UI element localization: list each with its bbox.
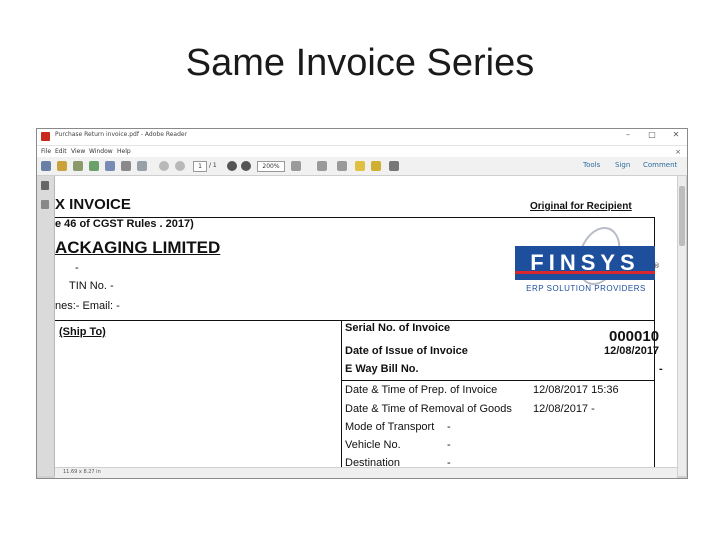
finsys-logo-stripe — [515, 271, 655, 274]
previous-page-icon[interactable] — [159, 161, 169, 171]
menu-help[interactable]: Help — [117, 148, 131, 155]
pages-panel-icon[interactable] — [41, 181, 49, 190]
section-rule — [55, 320, 655, 321]
highlight-icon[interactable] — [371, 161, 381, 171]
tin-line: TIN No. - — [69, 280, 114, 292]
vehicle-number-value: - — [447, 439, 451, 451]
removal-time-label: Date & Time of Removal of Goods — [345, 403, 512, 415]
eway-bill-value: - — [659, 363, 663, 375]
restore-button[interactable]: □ — [645, 130, 659, 139]
next-page-icon[interactable] — [175, 161, 185, 171]
transport-mode-value: - — [447, 421, 451, 433]
zoom-out-icon[interactable] — [227, 161, 237, 171]
invoice-heading: X INVOICE — [55, 196, 131, 213]
details-rule — [341, 380, 655, 381]
save-icon[interactable] — [105, 161, 115, 171]
finsys-logo: FINSYS — [515, 246, 655, 280]
destination-value: - — [447, 457, 451, 467]
comment-icon[interactable] — [355, 161, 365, 171]
finsys-tagline: ERP SOLUTION PROVIDERS — [526, 284, 646, 293]
ship-to-heading: (Ship To) — [59, 326, 106, 338]
issue-date-value: 12/08/2017 — [604, 345, 660, 357]
issue-date-label: Date of Issue of Invoice — [345, 345, 468, 357]
print-icon[interactable] — [121, 161, 131, 171]
menu-view[interactable]: View — [71, 148, 85, 155]
eway-bill-label: E Way Bill No. — [345, 363, 419, 375]
toolbar: 1 / 1 200% Tools Sign Comment — [37, 157, 687, 176]
zoom-in-icon[interactable] — [241, 161, 251, 171]
column-divider — [341, 320, 342, 467]
pdf-reader-window: Purchase Return invoice.pdf - Adobe Read… — [36, 128, 688, 479]
pdf-page: X INVOICE e 46 of CGST Rules . 2017) ACK… — [55, 176, 677, 467]
create-pdf-icon[interactable] — [57, 161, 67, 171]
fit-page-icon[interactable] — [291, 161, 301, 171]
prep-time-value: 12/08/2017 15:36 — [533, 384, 619, 396]
company-name: ACKAGING LIMITED — [55, 238, 221, 257]
destination-label: Destination — [345, 457, 401, 467]
window-title: Purchase Return invoice.pdf - Adobe Read… — [55, 131, 188, 138]
fit-width-icon[interactable] — [317, 161, 327, 171]
slide-title: Same Invoice Series — [185, 42, 535, 84]
zoom-select[interactable]: 200% — [257, 161, 285, 172]
page-size: 11.69 x 8.27 in — [63, 469, 101, 475]
vertical-scrollbar[interactable] — [678, 176, 686, 476]
serial-number-value: 000010 — [609, 328, 660, 345]
minimize-button[interactable]: – — [621, 130, 635, 139]
contact-line: nes:- Email: - — [55, 300, 120, 312]
removal-time-value: 12/08/2017 - — [533, 403, 595, 415]
close-button[interactable]: ✕ — [669, 130, 683, 139]
adobe-reader-icon — [41, 132, 50, 141]
comment-pane-button[interactable]: Comment — [643, 161, 677, 169]
attachments-panel-icon[interactable] — [41, 200, 49, 209]
navigation-panel — [37, 176, 55, 476]
rule-reference: e 46 of CGST Rules . 2017) — [55, 218, 194, 230]
read-mode-icon[interactable] — [337, 161, 347, 171]
menu-bar: File Edit View Window Help × — [37, 146, 687, 157]
window-titlebar: Purchase Return invoice.pdf - Adobe Read… — [37, 129, 687, 146]
edit-icon[interactable] — [73, 161, 83, 171]
prep-time-label: Date & Time of Prep. of Invoice — [345, 384, 498, 396]
email-icon[interactable] — [137, 161, 147, 171]
vehicle-number-label: Vehicle No. — [345, 439, 401, 451]
page-total: / 1 — [209, 162, 217, 169]
share-icon[interactable] — [89, 161, 99, 171]
address-line: - — [75, 262, 79, 274]
scrollbar-thumb[interactable] — [679, 186, 685, 246]
close-document-icon[interactable]: × — [675, 148, 681, 156]
status-bar: 11.69 x 8.27 in — [55, 467, 677, 478]
menu-file[interactable]: File — [41, 148, 51, 155]
menu-edit[interactable]: Edit — [55, 148, 67, 155]
expand-icon[interactable] — [389, 161, 399, 171]
sign-pane-button[interactable]: Sign — [615, 161, 630, 169]
registered-mark: ® — [653, 262, 660, 270]
menu-window[interactable]: Window — [89, 148, 113, 155]
header-rule — [55, 217, 655, 218]
tools-pane-button[interactable]: Tools — [583, 161, 600, 169]
serial-number-label: Serial No. of Invoice — [345, 322, 451, 334]
open-icon[interactable] — [41, 161, 51, 171]
original-for-recipient: Original for Recipient — [530, 201, 632, 212]
page-number-input[interactable]: 1 — [193, 161, 207, 172]
transport-mode-label: Mode of Transport — [345, 421, 435, 433]
